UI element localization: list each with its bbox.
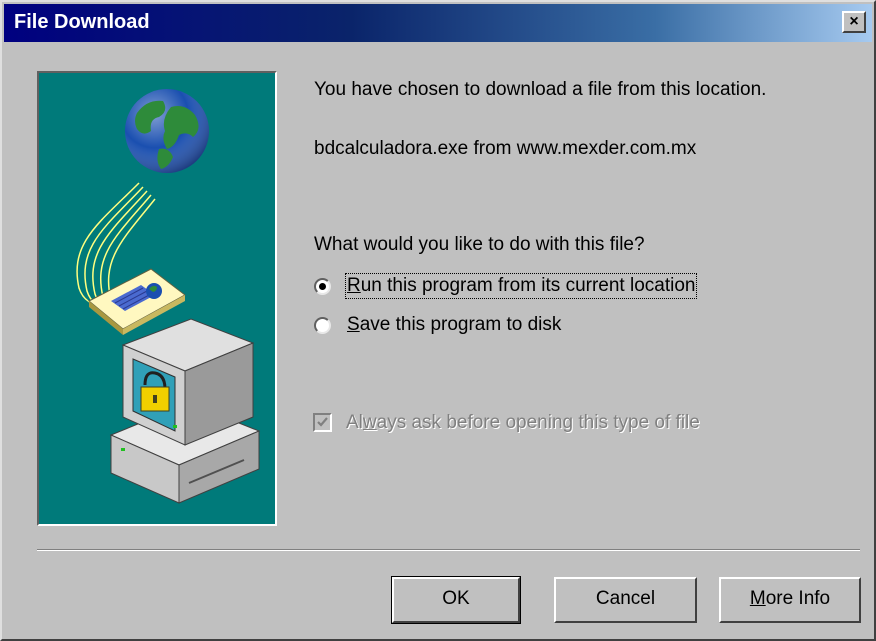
always-ask-checkbox[interactable] (313, 413, 332, 432)
file-source: bdcalculadora.exe from www.mexder.com.mx (314, 138, 697, 159)
accesskey-r: R (347, 275, 361, 296)
computer-icon (109, 318, 261, 504)
always-ask-text: ays ask before opening this type of file (376, 412, 700, 433)
radio-selected-dot (319, 283, 326, 290)
checkmark-icon (317, 417, 328, 427)
always-ask-label[interactable]: Always ask before opening this type of f… (346, 412, 700, 434)
close-button[interactable]: × (842, 11, 866, 33)
document-icon (88, 268, 186, 335)
run-program-radio[interactable] (314, 278, 331, 295)
always-ask-prefix: Al (346, 412, 363, 433)
title-bar[interactable]: File Download × (4, 4, 872, 42)
globe-icon (125, 89, 209, 173)
more-info-label: ore Info (765, 588, 831, 609)
dialog-title: File Download (14, 11, 150, 33)
run-label-text: un this program from its current locatio… (360, 275, 696, 296)
accesskey-m: M (749, 588, 766, 609)
illustration-art (76, 89, 261, 504)
intro-message: You have chosen to download a file from … (314, 79, 767, 100)
ok-button[interactable]: OK (391, 576, 521, 624)
run-program-label[interactable]: Run this program from its current locati… (344, 273, 698, 299)
download-illustration (37, 71, 277, 526)
file-download-dialog: File Download × You have chosen to downl… (0, 0, 876, 641)
cancel-button[interactable]: Cancel (554, 577, 697, 623)
save-program-radio[interactable] (314, 317, 331, 334)
accesskey-w: w (362, 412, 377, 433)
more-info-button[interactable]: More Info (719, 577, 861, 623)
save-label-text: ave this program to disk (359, 314, 562, 335)
close-icon[interactable]: × (849, 13, 858, 30)
accesskey-s: S (347, 314, 360, 335)
question-label: What would you like to do with this file… (314, 234, 645, 255)
save-program-label[interactable]: Save this program to disk (347, 314, 561, 336)
ok-label: OK (442, 588, 470, 609)
cancel-label: Cancel (595, 588, 656, 609)
separator-line (37, 549, 860, 551)
